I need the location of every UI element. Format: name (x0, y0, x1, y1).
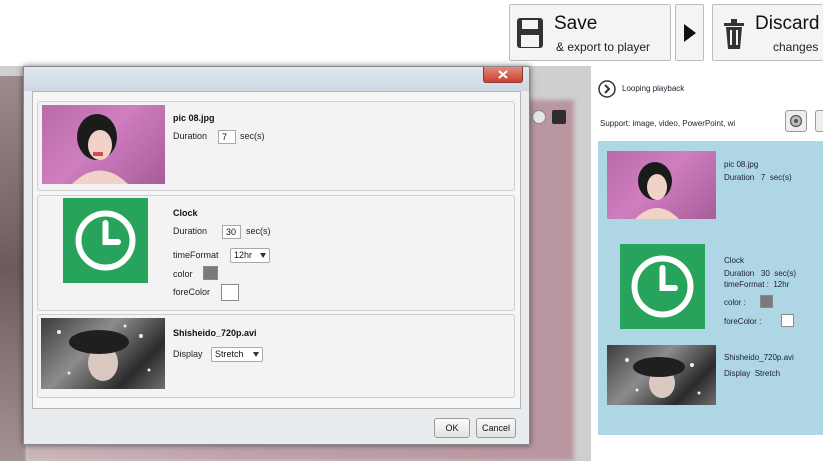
dialog-thumb-photo (42, 105, 165, 184)
dialog-forecolor-swatch[interactable] (221, 284, 239, 301)
playlist-display-value: Stretch (754, 369, 781, 378)
dialog-duration-label: Duration (173, 226, 208, 236)
save-export-button[interactable]: Save & export to player (509, 4, 671, 61)
dialog-timeformat-label: timeFormat (173, 250, 219, 260)
play-arrow-icon (684, 24, 696, 42)
dialog-titlebar[interactable] (24, 67, 529, 91)
playlist-item-name: pic 08.jpg (724, 160, 759, 169)
dialog-duration-unit: sec(s) (240, 131, 265, 141)
looping-label: Looping playback (622, 84, 685, 93)
playlist-item-name: Clock (724, 256, 745, 265)
playlist-color-swatch[interactable] (760, 295, 773, 308)
dialog-item-name: pic 08.jpg (173, 113, 215, 123)
dialog-display-label: Display (173, 349, 203, 359)
settings-icon (789, 114, 803, 128)
dialog-item-name: Clock (173, 208, 198, 218)
playlist-forecolor-swatch[interactable] (781, 314, 794, 327)
panel-edge-button[interactable] (815, 110, 823, 132)
playlist-thumb-photo[interactable] (607, 151, 716, 219)
playlist-duration-value: 7 (760, 173, 766, 182)
dialog-thumb-video (41, 318, 165, 389)
editor-circle-button[interactable] (532, 110, 546, 124)
clock-icon (631, 255, 694, 318)
item-settings-dialog: pic 08.jpg Duration 7 sec(s) Clock Durat… (23, 66, 530, 445)
save-title: Save (554, 13, 598, 34)
looping-toggle[interactable]: Looping playback (598, 80, 718, 98)
cancel-button[interactable]: Cancel (476, 418, 516, 438)
dropdown-arrow-icon (260, 253, 266, 258)
dialog-item-name: Shisheido_720p.avi (173, 328, 257, 338)
dialog-display-value: Stretch (215, 349, 244, 359)
ok-button[interactable]: OK (434, 418, 470, 438)
floppy-disk-icon (517, 18, 543, 48)
playlist-timeformat-label: timeFormat : (724, 280, 769, 289)
playlist-duration-label: Duration (724, 269, 755, 278)
settings-button[interactable] (785, 110, 807, 132)
discard-title: Discard (755, 13, 820, 34)
dialog-timeformat-value: 12hr (234, 250, 253, 260)
playlist-display: Display Stretch (724, 368, 780, 379)
playlist-timeformat: timeFormat : 12hr (724, 279, 789, 290)
play-button[interactable] (675, 4, 704, 61)
dialog-display-select[interactable]: Stretch (211, 347, 263, 362)
playlist-duration-label: Duration (724, 173, 755, 182)
playlist-duration-unit: sec(s) (769, 173, 792, 182)
discard-subtitle: changes (773, 40, 819, 54)
dialog-color-label: color (173, 269, 193, 279)
playlist-item-name: Shisheido_720p.avi (724, 353, 794, 362)
editor-mini-buttons (532, 110, 572, 124)
playlist-duration: Duration 7 sec(s) (724, 172, 792, 183)
playlist-duration: Duration 30 sec(s) (724, 268, 796, 279)
playlist-display-label: Display (724, 369, 751, 378)
dialog-timeformat-select[interactable]: 12hr (230, 248, 270, 263)
editor-square-button[interactable] (552, 110, 566, 124)
discard-changes-button[interactable]: Discard changes (712, 4, 823, 61)
playlist-forecolor-label: foreColor : (724, 317, 762, 326)
dialog-duration-label: Duration (173, 131, 208, 141)
loop-play-icon (598, 80, 616, 98)
dialog-item-video: Shisheido_720p.avi Display Stretch (37, 314, 515, 398)
window-close-button[interactable] (483, 67, 523, 83)
playlist-duration-value: 30 (760, 269, 770, 278)
support-label: Support: image, video, PowerPoint, wi (600, 119, 736, 128)
playlist-thumb-video[interactable] (607, 345, 716, 405)
dialog-item-list: pic 08.jpg Duration 7 sec(s) Clock Durat… (32, 91, 521, 409)
dialog-item-clock: Clock Duration 30 sec(s) timeFormat 12hr… (37, 195, 515, 311)
dialog-duration-unit: sec(s) (246, 226, 271, 236)
dialog-duration-input[interactable]: 30 (222, 225, 241, 239)
dialog-thumb-clock (63, 198, 148, 283)
trash-icon (724, 19, 744, 49)
clock-icon (75, 210, 136, 271)
playlist-timeformat-value: 12hr (773, 280, 790, 289)
dialog-item-photo: pic 08.jpg Duration 7 sec(s) (37, 101, 515, 191)
playlist-duration-unit: sec(s) (774, 269, 797, 278)
dialog-forecolor-label: foreColor (173, 287, 211, 297)
window-close-icon (498, 70, 508, 79)
dropdown-arrow-icon (253, 352, 259, 357)
dialog-duration-input[interactable]: 7 (218, 130, 236, 144)
playlist-color-label: color : (724, 298, 746, 307)
dialog-color-swatch[interactable] (203, 266, 218, 280)
save-subtitle: & export to player (556, 40, 651, 54)
playlist-thumb-clock[interactable] (620, 244, 705, 329)
